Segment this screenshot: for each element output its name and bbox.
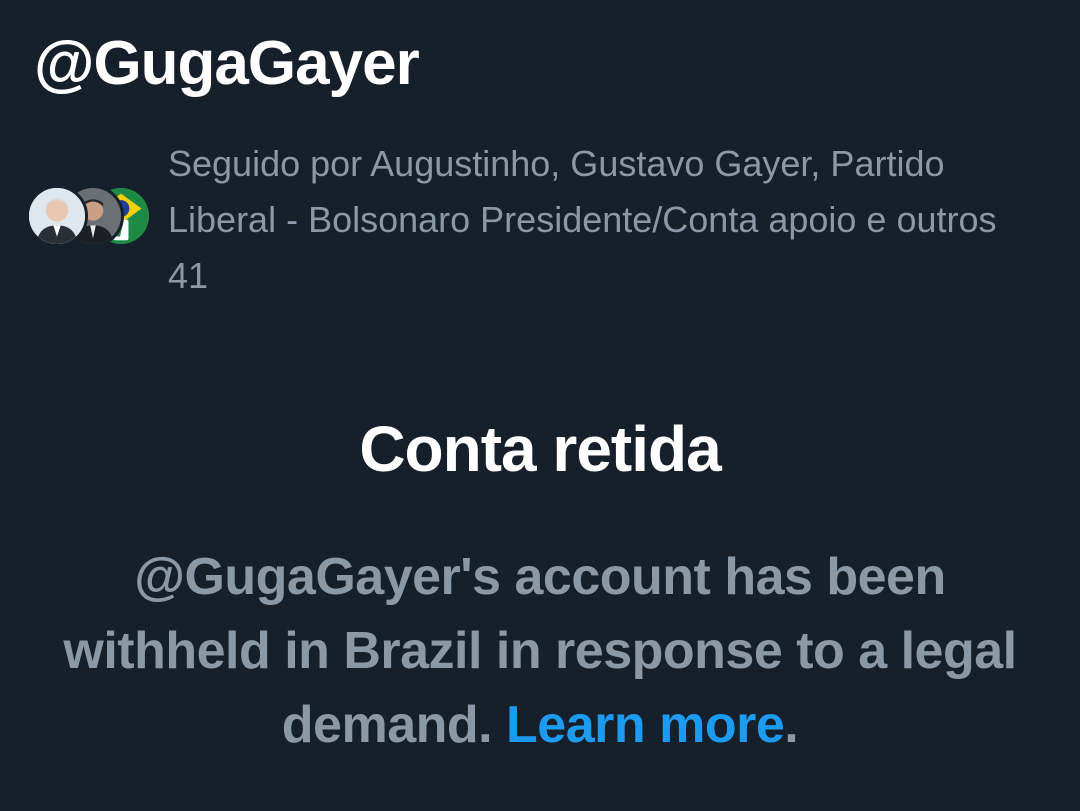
avatar[interactable] bbox=[26, 185, 88, 247]
withheld-title: Conta retida bbox=[359, 413, 721, 485]
withheld-message-suffix: . bbox=[784, 696, 799, 754]
followed-by-text[interactable]: Seguido por Augustinho, Gustavo Gayer, P… bbox=[168, 136, 1046, 304]
withheld-profile-page: @GugaGayer Seguido por Augustinho, Gusta… bbox=[0, 0, 1080, 811]
follower-avatars[interactable] bbox=[26, 185, 156, 255]
followed-by-row[interactable]: Seguido por Augustinho, Gustavo Gayer, P… bbox=[26, 136, 1046, 304]
profile-handle: @GugaGayer bbox=[34, 29, 420, 98]
learn-more-link[interactable]: Learn more bbox=[506, 696, 785, 754]
person-avatar-icon bbox=[29, 188, 85, 244]
withheld-message: @GugaGayer's account has been withheld i… bbox=[60, 540, 1020, 762]
